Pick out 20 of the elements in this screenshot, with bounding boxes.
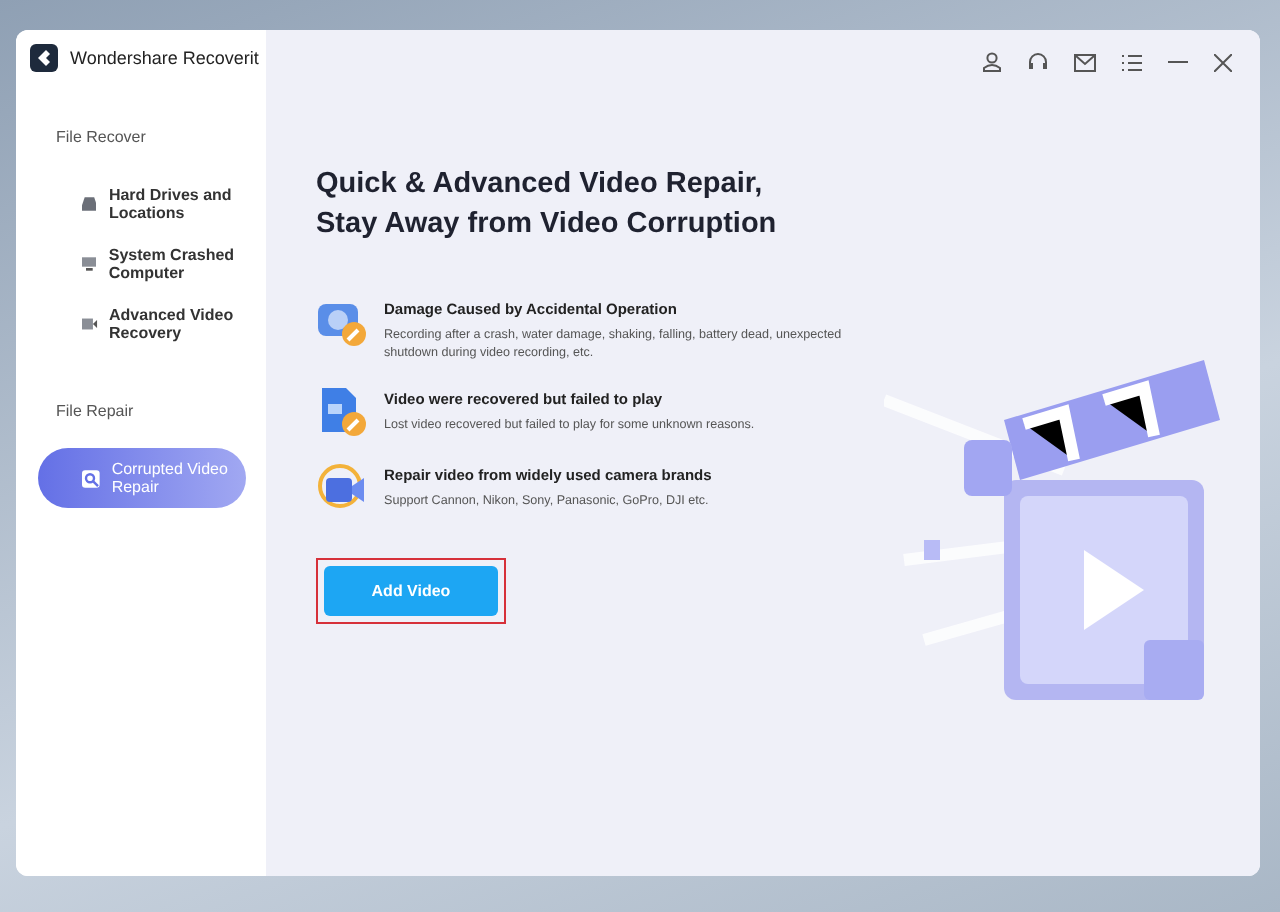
headline: Quick & Advanced Video Repair, Stay Away from Video Corruption: [316, 166, 779, 244]
video-camera-icon: [316, 462, 368, 514]
file-wrench-icon: [316, 386, 368, 438]
sidebar-item[interactable]: Advanced Video Recovery: [38, 294, 246, 354]
mail-icon[interactable]: [1074, 53, 1096, 71]
video-camera-icon: [82, 314, 98, 334]
sidebar-item[interactable]: Hard Drives and Locations: [38, 174, 246, 234]
app-logo-icon: [30, 44, 58, 72]
hard-drive-icon: [82, 194, 97, 214]
sidebar-item[interactable]: System Crashed Computer: [38, 234, 246, 294]
section-heading: File Recover: [54, 128, 148, 146]
repair-icon: [82, 467, 100, 489]
headset-icon[interactable]: [1028, 52, 1048, 72]
account-icon[interactable]: [982, 52, 1002, 72]
monitor-icon: [82, 254, 97, 274]
window-title: Wondershare Recoverit: [70, 48, 259, 68]
close-icon[interactable]: [1214, 53, 1232, 71]
section-heading: File Repair: [54, 402, 136, 420]
menu-icon[interactable]: [1122, 53, 1142, 71]
minimize-icon[interactable]: [1168, 60, 1188, 64]
